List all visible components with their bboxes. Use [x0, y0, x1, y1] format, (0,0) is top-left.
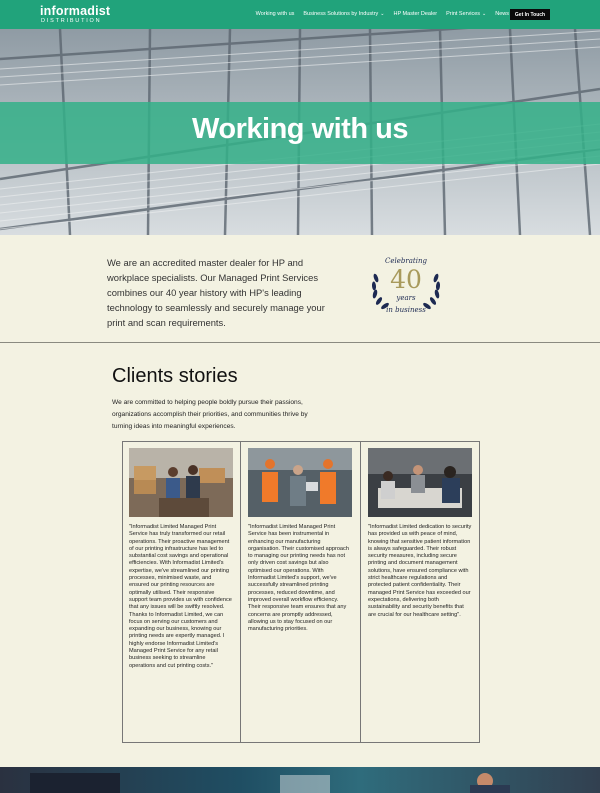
nav-item-hp-master-dealer[interactable]: HP Master Dealer: [393, 11, 437, 17]
badge-subtitle: in business: [386, 306, 426, 314]
nav-item-label: Working with us: [255, 11, 295, 17]
clients-stories-description: We are committed to helping people boldl…: [112, 399, 308, 430]
brand-subtitle: DISTRIBUTION: [41, 18, 102, 24]
hero-banner: Working with us: [0, 29, 600, 235]
nav-item-print-services[interactable]: Print Services ⌄: [446, 11, 486, 17]
badge-celebrating: Celebrating: [385, 257, 427, 265]
card-divider: [360, 442, 361, 742]
story-quote: "Informadist Limited Managed Print Servi…: [248, 524, 349, 633]
anniversary-badge: Celebrating 40 years in business: [368, 256, 444, 318]
story-card-manufacturing: "Informadist Limited Managed Print Servi…: [248, 442, 356, 742]
story-card-retail: "Informadist Limited Managed Print Servi…: [129, 442, 237, 742]
badge-years: years: [396, 294, 416, 302]
badge-number: 40: [390, 265, 422, 294]
nav-item-label: News: [495, 11, 509, 17]
main-menu: Working with us Business Solutions by In…: [247, 11, 509, 17]
clients-stories-heading: Clients stories: [112, 365, 238, 387]
nav-item-label: HP Master Dealer: [393, 11, 438, 17]
nav-item-label: Print Services: [446, 11, 481, 17]
card-divider: [240, 442, 241, 742]
nav-item-working-with-us[interactable]: Working with us: [256, 11, 295, 17]
nav-item-label: Business Solutions by Industry: [303, 11, 379, 17]
manufacturing-workers-photo: [248, 448, 352, 517]
healthcare-meeting-photo: [368, 448, 472, 517]
section-divider: [0, 342, 600, 343]
retail-warehouse-photo: [129, 448, 233, 517]
get-in-touch-button[interactable]: Get In Touch: [510, 9, 550, 20]
chevron-down-icon: ⌄: [482, 11, 487, 17]
nav-item-business-solutions[interactable]: Business Solutions by Industry ⌄: [303, 11, 384, 17]
brand-name: informadist: [40, 4, 111, 18]
client-stories-grid: "Informadist Limited Managed Print Servi…: [122, 441, 480, 743]
top-navigation-bar: informadist DISTRIBUTION Working with us…: [0, 0, 600, 29]
story-card-healthcare: "Informadist Limited dedication to secur…: [368, 442, 476, 742]
story-quote: "Informadist Limited dedication to secur…: [368, 524, 472, 618]
intro-paragraph: We are an accredited master dealer for H…: [107, 257, 325, 328]
chevron-down-icon: ⌄: [380, 11, 385, 17]
page-title: Working with us: [192, 113, 408, 145]
story-quote: "Informadist Limited Managed Print Servi…: [129, 524, 232, 669]
brand-logo[interactable]: informadist DISTRIBUTION: [40, 5, 110, 25]
nav-item-news[interactable]: News: [495, 11, 509, 17]
office-banner-image: [0, 767, 600, 793]
